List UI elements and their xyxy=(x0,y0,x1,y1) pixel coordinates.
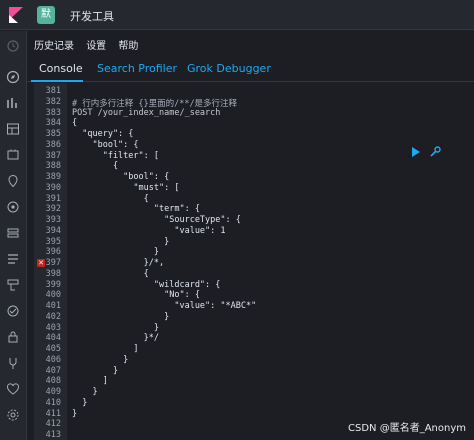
line-number: 385 xyxy=(45,129,61,139)
code-line[interactable]: { xyxy=(72,269,149,279)
code-line[interactable]: } xyxy=(72,409,77,419)
line-number: 404 xyxy=(45,333,61,344)
tab-bar: Console Search Profiler Grok Debugger xyxy=(27,55,474,82)
page-title: 开发工具 xyxy=(70,10,114,23)
code-line[interactable]: "bool": { xyxy=(72,172,169,182)
code-line[interactable]: } xyxy=(72,247,159,257)
code-line[interactable]: "term": { xyxy=(72,204,200,214)
line-number: 393 xyxy=(45,215,61,225)
kibana-logo-icon[interactable] xyxy=(7,6,25,24)
code-line[interactable]: } xyxy=(72,312,169,322)
line-number: 387 xyxy=(45,150,61,161)
run-request-play-icon[interactable] xyxy=(412,147,420,157)
code-line[interactable]: "wildcard": { xyxy=(72,280,221,290)
code-line[interactable]: ] xyxy=(72,344,138,354)
maps-icon[interactable] xyxy=(6,174,20,188)
line-number: 398 xyxy=(45,268,61,279)
clock-icon[interactable] xyxy=(6,39,20,53)
help-link[interactable]: 帮助 xyxy=(118,41,138,52)
line-number: 383 xyxy=(45,107,61,118)
line-number: 382 xyxy=(45,96,61,107)
console-editor[interactable]: 381 382 # 行内多行注释 {}里面的/**/是多行注释 383 POST /yo… xyxy=(27,83,474,440)
code-line[interactable]: }/*, xyxy=(72,258,164,268)
code-line[interactable]: "filter": [ xyxy=(72,151,159,161)
tab-search-profiler[interactable]: Search Profiler xyxy=(97,62,177,75)
code-line[interactable]: "bool": { xyxy=(72,140,138,150)
line-number: 411 xyxy=(45,408,61,419)
line-number: 388 xyxy=(45,161,61,172)
settings-link[interactable]: 设置 xyxy=(86,41,106,52)
bar-chart-icon[interactable] xyxy=(6,96,20,110)
tab-console[interactable]: Console xyxy=(39,62,83,75)
line-number: 407 xyxy=(45,365,61,376)
logs-icon[interactable] xyxy=(6,252,20,266)
history-link[interactable]: 历史记录 xyxy=(34,41,74,52)
line-number: 410 xyxy=(45,397,61,408)
line-number: 408 xyxy=(45,376,61,387)
line-number: 399 xyxy=(45,279,61,290)
compass-icon[interactable] xyxy=(6,70,20,84)
monitoring-heart-icon[interactable] xyxy=(6,382,20,396)
line-number: 381 xyxy=(45,86,61,96)
code-line[interactable]: { xyxy=(72,194,149,204)
apm-icon[interactable] xyxy=(6,278,20,292)
code-line[interactable]: ] xyxy=(72,376,108,386)
line-number: 389 xyxy=(45,172,61,182)
line-number: 409 xyxy=(45,387,61,397)
line-number: 392 xyxy=(45,204,61,215)
infrastructure-icon[interactable] xyxy=(6,226,20,240)
code-line[interactable]: } xyxy=(72,355,128,365)
code-line[interactable]: } xyxy=(72,237,169,247)
line-number: 400 xyxy=(45,290,61,301)
gear-icon[interactable] xyxy=(6,408,20,422)
code-line[interactable]: { xyxy=(72,118,77,128)
line-number: 412 xyxy=(45,419,61,430)
left-nav-rail xyxy=(0,31,27,440)
line-number: 391 xyxy=(45,193,61,204)
code-line[interactable]: "query": { xyxy=(72,129,133,139)
line-number: 395 xyxy=(45,236,61,247)
tab-grok-debugger[interactable]: Grok Debugger xyxy=(187,62,271,75)
code-line[interactable]: } xyxy=(72,366,118,376)
code-line[interactable]: "SourceType": { xyxy=(72,215,241,225)
dev-tools-icon[interactable] xyxy=(6,356,20,370)
code-line[interactable]: }*/ xyxy=(72,333,159,343)
code-line[interactable]: { xyxy=(72,161,118,171)
line-number: 413 xyxy=(45,430,61,440)
code-line[interactable]: } xyxy=(72,398,87,408)
canvas-icon[interactable] xyxy=(6,148,20,162)
code-line[interactable]: } xyxy=(72,323,159,333)
watermark: CSDN @匿名者_Anonym xyxy=(348,423,466,434)
siem-lock-icon[interactable] xyxy=(6,330,20,344)
line-number: 394 xyxy=(45,225,61,236)
code-line[interactable]: "No": { xyxy=(72,290,200,300)
code-line[interactable]: "must": [ xyxy=(72,183,179,193)
line-number: 396 xyxy=(45,247,61,258)
line-number: 384 xyxy=(45,118,61,129)
line-number: 401 xyxy=(45,301,61,311)
console-menu: 历史记录 设置 帮助 xyxy=(34,37,147,52)
error-marker-icon[interactable]: ✕ xyxy=(37,259,45,267)
line-number: 405 xyxy=(45,344,61,354)
code-line[interactable]: "value": 1 xyxy=(72,226,225,236)
line-number: 402 xyxy=(45,311,61,322)
line-number: 390 xyxy=(45,182,61,193)
code-line[interactable]: } xyxy=(72,387,97,397)
app-badge[interactable]: 默 xyxy=(37,6,55,24)
code-line[interactable]: "value": "*ABC*" xyxy=(72,301,256,311)
wrench-icon[interactable] xyxy=(428,145,442,159)
uptime-icon[interactable] xyxy=(6,304,20,318)
line-number: 406 xyxy=(45,354,61,365)
code-line[interactable]: POST /your_index_name/_search xyxy=(72,108,220,118)
ml-icon[interactable] xyxy=(6,200,20,214)
dashboard-icon[interactable] xyxy=(6,122,20,136)
active-tab-indicator xyxy=(31,80,83,82)
line-number: 403 xyxy=(45,322,61,333)
line-number: 386 xyxy=(45,139,61,150)
top-header: 默 开发工具 xyxy=(0,0,474,30)
